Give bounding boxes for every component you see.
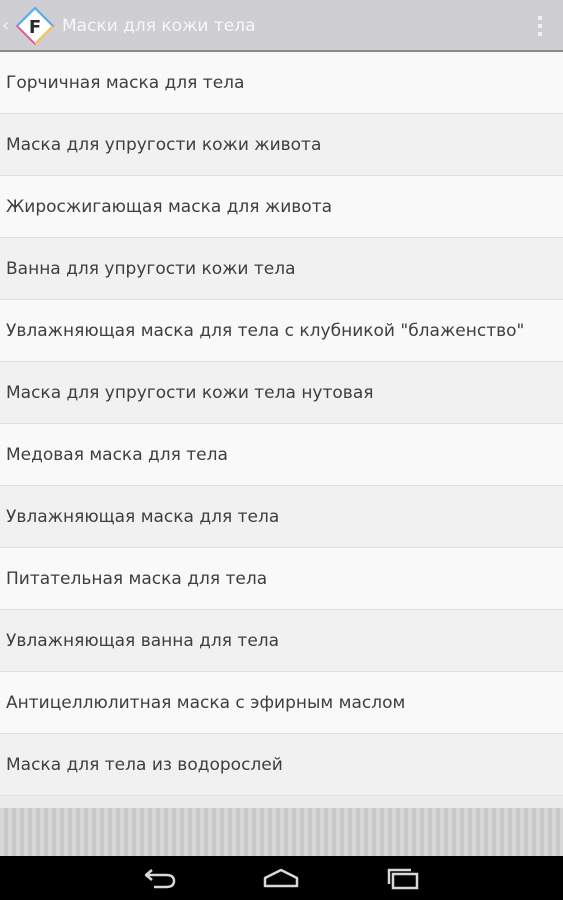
recent-apps-icon[interactable]: [383, 864, 423, 892]
list-item[interactable]: Маска для тела из водорослей: [0, 734, 563, 796]
list-item-label: Антицеллюлитная маска с эфирным маслом: [6, 692, 406, 713]
list-item-label: Ванна для упругости кожи тела: [6, 258, 296, 279]
list-item[interactable]: Медовая маска для тела: [0, 424, 563, 486]
list-item-label: Питательная маска для тела: [6, 568, 268, 589]
list-item[interactable]: Питательная маска для тела: [0, 548, 563, 610]
page-title: Маски для кожи тела: [62, 16, 256, 36]
list-item[interactable]: Увлажняющая ванна для тела: [0, 610, 563, 672]
list-item[interactable]: Увлажняющая маска для тела с клубникой "…: [0, 300, 563, 362]
list-item[interactable]: Маска для упругости кожи живота: [0, 114, 563, 176]
home-icon[interactable]: [261, 864, 301, 892]
article-list: Горчичная маска для тела Маска для упруг…: [0, 52, 563, 796]
list-item-label: Медовая маска для тела: [6, 444, 228, 465]
overflow-menu-icon[interactable]: [537, 16, 543, 36]
list-item-label: Увлажняющая маска для тела: [6, 506, 280, 527]
app-logo-letter: F: [29, 17, 41, 38]
list-item[interactable]: Ванна для упругости кожи тела: [0, 238, 563, 300]
list-item-label: Горчичная маска для тела: [6, 72, 245, 93]
back-arrow-icon[interactable]: [140, 864, 180, 892]
list-item[interactable]: Антицеллюлитная маска с эфирным маслом: [0, 672, 563, 734]
ad-banner-placeholder: [0, 808, 563, 856]
action-bar: ‹ F Маски для кожи тела: [0, 0, 563, 52]
list-item[interactable]: Жиросжигающая маска для живота: [0, 176, 563, 238]
list-item-label: Увлажняющая ванна для тела: [6, 630, 280, 651]
list-item-label: Маска для тела из водорослей: [6, 754, 283, 775]
app-logo-icon[interactable]: F: [13, 6, 57, 46]
list-item[interactable]: Горчичная маска для тела: [0, 52, 563, 114]
system-nav-bar: [0, 856, 563, 900]
list-item-label: Увлажняющая маска для тела с клубникой "…: [6, 320, 525, 341]
list-item-label: Маска для упругости кожи тела нутовая: [6, 382, 374, 403]
list-item-label: Жиросжигающая маска для живота: [6, 196, 333, 217]
list-item-label: Маска для упругости кожи живота: [6, 134, 322, 155]
list-item[interactable]: Маска для упругости кожи тела нутовая: [0, 362, 563, 424]
list-item[interactable]: Увлажняющая маска для тела: [0, 486, 563, 548]
